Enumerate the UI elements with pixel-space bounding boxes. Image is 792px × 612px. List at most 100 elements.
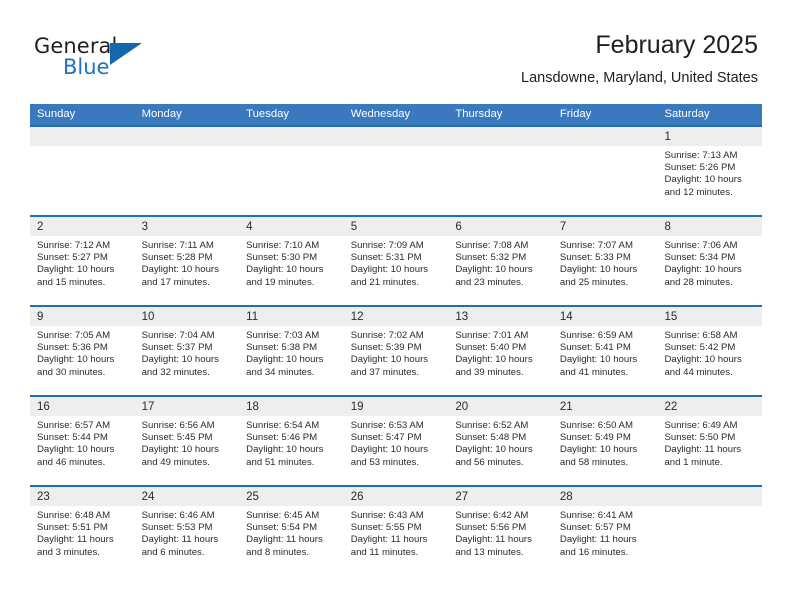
day-number-band: 18 <box>239 397 344 416</box>
day-number: 11 <box>246 311 259 323</box>
weekday-header-wednesday: Wednesday <box>350 108 411 120</box>
day-details <box>135 146 240 150</box>
day-number-band <box>239 127 344 146</box>
day-number: 15 <box>664 311 678 323</box>
sunset-text: Sunset: 5:28 PM <box>141 252 213 264</box>
daylight-text-line1: Daylight: 11 hours <box>664 444 742 456</box>
sunset-text: Sunset: 5:39 PM <box>350 342 422 354</box>
day-cell[interactable]: 22 Sunrise: 6:49 AM Sunset: 5:50 PM Dayl… <box>657 397 763 485</box>
daylight-text-line1: Daylight: 10 hours <box>141 264 219 276</box>
sunset-text: Sunset: 5:40 PM <box>455 342 527 354</box>
daylight-text-line2: and 28 minutes. <box>664 276 733 288</box>
day-number-band: 4 <box>239 217 344 236</box>
sunset-text: Sunset: 5:30 PM <box>246 252 318 264</box>
day-cell[interactable]: 4 Sunrise: 7:10 AM Sunset: 5:30 PM Dayli… <box>239 217 344 305</box>
day-cell[interactable] <box>448 127 553 215</box>
sunrise-text: Sunrise: 6:42 AM <box>455 510 529 521</box>
day-cell[interactable]: 17 Sunrise: 6:56 AM Sunset: 5:45 PM Dayl… <box>134 397 240 485</box>
day-details: Sunrise: 7:09 AM Sunset: 5:31 PM Dayligh… <box>344 236 449 289</box>
day-number-band: 8 <box>657 217 763 236</box>
day-cell[interactable] <box>343 127 449 215</box>
daylight-text-line1: Daylight: 10 hours <box>37 354 115 366</box>
day-cell[interactable] <box>134 127 240 215</box>
page-header: General Blue February 2025 Lansdowne, Ma… <box>34 30 758 98</box>
daylight-text-line1: Daylight: 10 hours <box>664 264 742 276</box>
daylight-text-line2: and 25 minutes. <box>559 276 629 288</box>
daylight-text-line1: Daylight: 10 hours <box>455 354 533 366</box>
day-cell[interactable]: 10 Sunrise: 7:04 AM Sunset: 5:37 PM Dayl… <box>134 307 240 395</box>
daylight-text-line1: Daylight: 11 hours <box>559 534 637 546</box>
day-cell[interactable]: 2 Sunrise: 7:12 AM Sunset: 5:27 PM Dayli… <box>30 217 135 305</box>
daylight-text-line1: Daylight: 11 hours <box>37 534 114 546</box>
day-number-band: 6 <box>448 217 553 236</box>
weekday-header-saturday: Saturday <box>664 108 710 120</box>
day-number: 18 <box>246 401 259 413</box>
sunrise-text: Sunrise: 6:41 AM <box>559 510 633 521</box>
day-cell[interactable]: 3 Sunrise: 7:11 AM Sunset: 5:28 PM Dayli… <box>134 217 240 305</box>
day-details: Sunrise: 7:05 AM Sunset: 5:36 PM Dayligh… <box>30 326 135 379</box>
daylight-text-line1: Daylight: 10 hours <box>141 444 219 456</box>
daylight-text-line2: and 17 minutes. <box>141 276 210 288</box>
day-number-band: 9 <box>30 307 135 326</box>
day-details: Sunrise: 6:46 AM Sunset: 5:53 PM Dayligh… <box>135 506 240 559</box>
day-details: Sunrise: 6:43 AM Sunset: 5:55 PM Dayligh… <box>344 506 449 559</box>
day-number-band: 5 <box>343 217 449 236</box>
day-cell[interactable]: 11 Sunrise: 7:03 AM Sunset: 5:38 PM Dayl… <box>239 307 344 395</box>
day-details: Sunrise: 6:52 AM Sunset: 5:48 PM Dayligh… <box>448 416 553 469</box>
sunset-text: Sunset: 5:42 PM <box>664 342 736 354</box>
day-details <box>657 506 762 510</box>
day-cell[interactable]: 24 Sunrise: 6:46 AM Sunset: 5:53 PM Dayl… <box>134 487 240 575</box>
daylight-text-line1: Daylight: 10 hours <box>455 264 533 276</box>
day-cell[interactable]: 5 Sunrise: 7:09 AM Sunset: 5:31 PM Dayli… <box>343 217 449 305</box>
day-cell[interactable]: 9 Sunrise: 7:05 AM Sunset: 5:36 PM Dayli… <box>30 307 135 395</box>
day-details: Sunrise: 7:01 AM Sunset: 5:40 PM Dayligh… <box>448 326 553 379</box>
page-subtitle: Lansdowne, Maryland, United States <box>521 70 758 86</box>
day-details: Sunrise: 6:57 AM Sunset: 5:44 PM Dayligh… <box>30 416 135 469</box>
day-cell[interactable]: 6 Sunrise: 7:08 AM Sunset: 5:32 PM Dayli… <box>448 217 553 305</box>
day-cell[interactable]: 15 Sunrise: 6:58 AM Sunset: 5:42 PM Dayl… <box>657 307 763 395</box>
day-number: 13 <box>455 311 469 323</box>
day-cell[interactable]: 12 Sunrise: 7:02 AM Sunset: 5:39 PM Dayl… <box>343 307 449 395</box>
day-cell[interactable]: 28 Sunrise: 6:41 AM Sunset: 5:57 PM Dayl… <box>552 487 658 575</box>
day-cell[interactable]: 18 Sunrise: 6:54 AM Sunset: 5:46 PM Dayl… <box>239 397 344 485</box>
day-cell[interactable]: 21 Sunrise: 6:50 AM Sunset: 5:49 PM Dayl… <box>552 397 658 485</box>
day-cell[interactable]: 1 Sunrise: 7:13 AM Sunset: 5:26 PM Dayli… <box>657 127 763 215</box>
day-number: 10 <box>141 311 155 323</box>
sunset-text: Sunset: 5:44 PM <box>37 432 108 444</box>
daylight-text-line1: Daylight: 11 hours <box>350 534 428 546</box>
day-cell[interactable] <box>552 127 658 215</box>
sunrise-text: Sunrise: 6:57 AM <box>37 420 111 431</box>
sunrise-text: Sunrise: 6:43 AM <box>350 510 424 521</box>
day-cell[interactable]: 27 Sunrise: 6:42 AM Sunset: 5:56 PM Dayl… <box>448 487 553 575</box>
day-cell[interactable]: 20 Sunrise: 6:52 AM Sunset: 5:48 PM Dayl… <box>448 397 553 485</box>
day-number-band: 20 <box>448 397 553 416</box>
day-cell[interactable]: 19 Sunrise: 6:53 AM Sunset: 5:47 PM Dayl… <box>343 397 449 485</box>
sunrise-text: Sunrise: 6:46 AM <box>141 510 215 521</box>
sunset-text: Sunset: 5:36 PM <box>37 342 108 354</box>
day-cell[interactable]: 23 Sunrise: 6:48 AM Sunset: 5:51 PM Dayl… <box>30 487 135 575</box>
daylight-text-line2: and 30 minutes. <box>37 366 106 378</box>
sunrise-text: Sunrise: 6:50 AM <box>559 420 633 431</box>
daylight-text-line2: and 11 minutes. <box>350 546 419 558</box>
day-number-band: 12 <box>343 307 449 326</box>
sunrise-text: Sunrise: 6:56 AM <box>141 420 215 431</box>
day-cell[interactable] <box>239 127 344 215</box>
day-number-band: 3 <box>134 217 240 236</box>
day-cell[interactable]: 7 Sunrise: 7:07 AM Sunset: 5:33 PM Dayli… <box>552 217 658 305</box>
day-cell[interactable]: 8 Sunrise: 7:06 AM Sunset: 5:34 PM Dayli… <box>657 217 763 305</box>
day-number: 21 <box>559 401 573 413</box>
daylight-text-line2: and 46 minutes. <box>37 456 106 468</box>
day-cell[interactable]: 26 Sunrise: 6:43 AM Sunset: 5:55 PM Dayl… <box>343 487 449 575</box>
day-cell[interactable]: 16 Sunrise: 6:57 AM Sunset: 5:44 PM Dayl… <box>30 397 135 485</box>
day-number: 16 <box>37 401 50 413</box>
day-cell[interactable]: 13 Sunrise: 7:01 AM Sunset: 5:40 PM Dayl… <box>448 307 553 395</box>
day-cell[interactable]: 25 Sunrise: 6:45 AM Sunset: 5:54 PM Dayl… <box>239 487 344 575</box>
day-cell[interactable] <box>30 127 135 215</box>
day-details: Sunrise: 6:48 AM Sunset: 5:51 PM Dayligh… <box>30 506 135 559</box>
daylight-text-line1: Daylight: 10 hours <box>350 264 429 276</box>
daylight-text-line2: and 44 minutes. <box>664 366 733 378</box>
day-cell[interactable]: 14 Sunrise: 6:59 AM Sunset: 5:41 PM Dayl… <box>552 307 658 395</box>
day-details: Sunrise: 6:41 AM Sunset: 5:57 PM Dayligh… <box>553 506 658 559</box>
sunrise-text: Sunrise: 7:05 AM <box>37 330 111 341</box>
day-cell[interactable] <box>657 487 763 575</box>
